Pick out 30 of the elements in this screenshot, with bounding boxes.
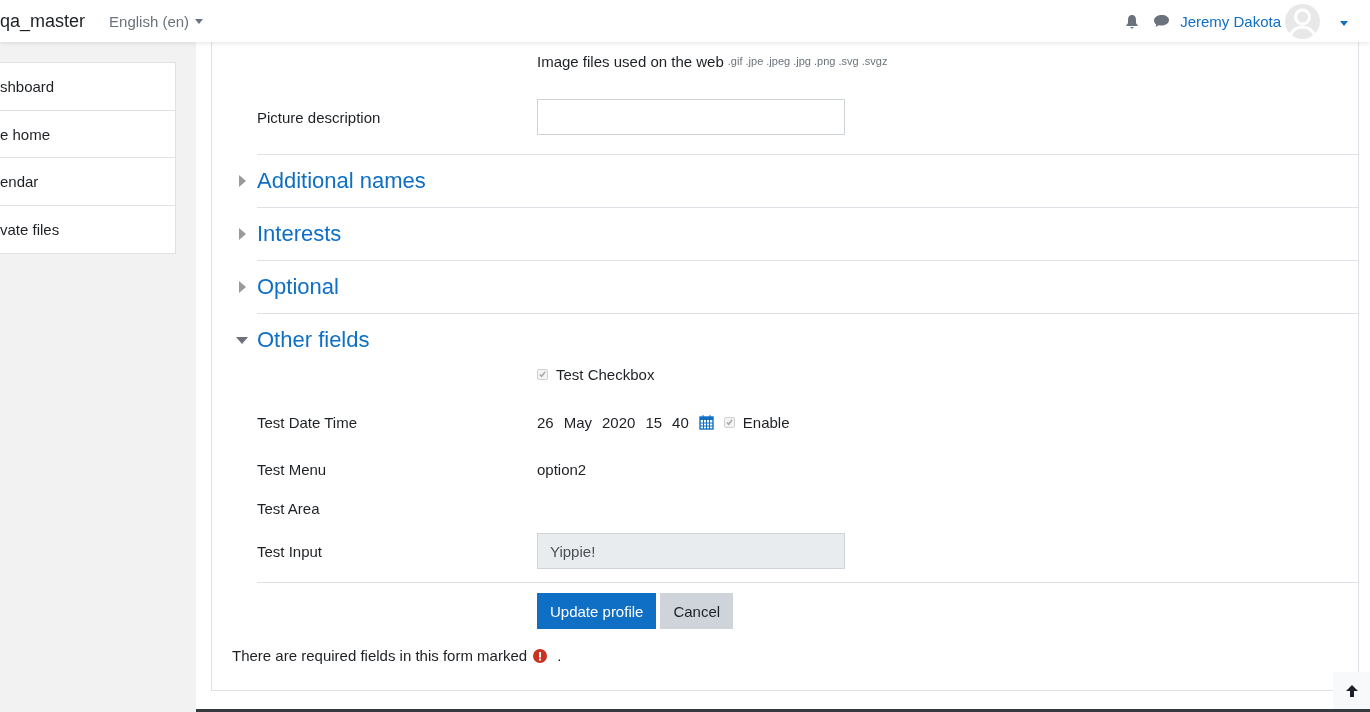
- cancel-button[interactable]: Cancel: [660, 593, 734, 629]
- required-note: There are required fields in this form marked: [232, 647, 528, 664]
- field-label: Test Input: [257, 542, 324, 560]
- exclamation-icon: [533, 648, 548, 663]
- language-menu[interactable]: English (en): [109, 12, 204, 30]
- section-toggle[interactable]: Optional: [235, 274, 339, 300]
- section-toggle[interactable]: Additional names: [235, 168, 426, 194]
- file-extensions: .gif .jpe .jpeg .jpg .png .svg .svgz: [727, 55, 888, 67]
- section-toggle[interactable]: Other fields: [235, 327, 370, 353]
- field-value: option2: [537, 461, 587, 478]
- back-to-top-button[interactable]: [1333, 672, 1370, 709]
- sidebar-item[interactable]: e home: [0, 110, 175, 158]
- file-types-label: Image files used on the web: [537, 52, 724, 70]
- section-toggle[interactable]: Interests: [235, 221, 342, 247]
- required-note-end: .: [557, 647, 562, 664]
- calendar-icon[interactable]: [698, 414, 714, 430]
- user-name[interactable]: Jeremy Dakota: [1180, 12, 1281, 30]
- sidebar-item[interactable]: shboard: [0, 63, 175, 111]
- field-label: Picture description: [257, 108, 382, 126]
- sidebar-item[interactable]: vate files: [0, 205, 175, 253]
- bell-icon[interactable]: [1125, 13, 1140, 29]
- submit-button[interactable]: Update profile: [537, 593, 657, 629]
- arrow-up-icon[interactable]: [1344, 683, 1359, 698]
- chat-icon[interactable]: [1153, 14, 1171, 28]
- field-label: Test Menu: [257, 461, 328, 478]
- site-name[interactable]: qa_master: [0, 10, 86, 32]
- field-label: Test Area: [257, 500, 321, 517]
- field-label: Test Date Time: [257, 413, 359, 431]
- input-field[interactable]: [537, 99, 845, 135]
- sidebar-item[interactable]: endar: [0, 158, 175, 206]
